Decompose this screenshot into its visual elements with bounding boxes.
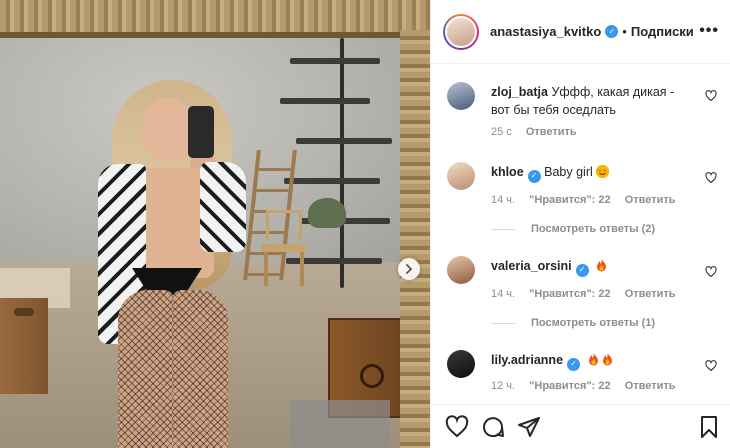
photo-phone xyxy=(188,106,214,158)
comment-avatar[interactable] xyxy=(447,82,475,110)
comment-time: 25 с xyxy=(491,126,512,138)
reply-button[interactable]: Ответить xyxy=(625,380,676,392)
photo-mirror-frame-top xyxy=(0,0,430,38)
photo-chair xyxy=(262,210,306,286)
comment-time: 14 ч. xyxy=(491,194,516,206)
reply-button[interactable]: Ответить xyxy=(625,288,676,300)
photo-plant xyxy=(308,198,346,228)
verified-badge-icon: ✓ xyxy=(575,263,589,277)
header-separator: • xyxy=(622,24,627,39)
comment-body: Baby girl xyxy=(544,165,593,179)
post-actions-bar xyxy=(431,404,730,448)
comment-heart-icon[interactable] xyxy=(705,172,717,184)
comment-meta: 14 ч. "Нравится": 22 Ответить xyxy=(491,194,687,206)
comment-likes-count[interactable]: "Нравится": 22 xyxy=(529,380,610,392)
comment-heart-icon[interactable] xyxy=(705,266,717,278)
chevron-right-icon xyxy=(406,264,413,274)
photo-rug xyxy=(290,400,390,448)
photo-mirror-frame-right xyxy=(400,30,430,448)
photo-person-leg-left xyxy=(118,290,174,448)
comment-username[interactable]: zloj_batja xyxy=(491,85,548,99)
photo-wooden-stool xyxy=(0,298,48,394)
comment-icon[interactable] xyxy=(481,415,505,439)
photo-person-face xyxy=(142,98,194,162)
photo-person-leg-right xyxy=(172,290,228,448)
view-replies-button[interactable]: Посмотреть ответы (1) xyxy=(491,317,655,329)
comment-heart-icon[interactable] xyxy=(705,90,717,102)
comment-text: zloj_batja Уффф, какая дикая - вот бы те… xyxy=(491,83,691,119)
verified-badge-icon: ✓ xyxy=(567,357,581,371)
comment-item: zloj_batja Уффф, какая дикая - вот бы те… xyxy=(447,82,717,152)
reply-button[interactable]: Ответить xyxy=(625,194,676,206)
comment-avatar[interactable] xyxy=(447,162,475,190)
post-header: anastasiya_kvitko ✓ • Подписки ••• xyxy=(431,0,730,64)
fire-emoji-icon xyxy=(587,353,600,366)
post-sidebar: anastasiya_kvitko ✓ • Подписки ••• zloj_… xyxy=(430,0,730,448)
comment-time: 12 ч. xyxy=(491,380,516,392)
comment-likes-count[interactable]: "Нравится": 22 xyxy=(529,194,610,206)
comment-text: valeria_orsini ✓ xyxy=(491,257,691,277)
comment-item: khloe ✓ Baby girl 14 ч. "Нравится": 22 От… xyxy=(447,162,717,242)
ellipsis-icon[interactable]: ••• xyxy=(699,22,719,40)
comment-meta: 12 ч. "Нравится": 22 Ответить xyxy=(491,380,687,392)
reply-button[interactable]: Ответить xyxy=(526,126,577,138)
heart-eyes-emoji-icon xyxy=(595,165,609,178)
comment-likes-count[interactable]: "Нравится": 22 xyxy=(529,288,610,300)
comment-item: lily.adrianne ✓ 12 ч. "Нравится": 22 Отве… xyxy=(447,350,717,404)
fire-emoji-icon xyxy=(601,353,614,366)
comment-avatar[interactable] xyxy=(447,350,475,378)
following-button[interactable]: Подписки xyxy=(631,24,694,39)
author-avatar[interactable] xyxy=(443,13,479,50)
comment-heart-icon[interactable] xyxy=(705,360,717,372)
comment-meta: 14 ч. "Нравится": 22 Ответить xyxy=(491,288,687,300)
verified-badge-icon: ✓ xyxy=(605,25,619,38)
comment-avatar[interactable] xyxy=(447,256,475,284)
author-username[interactable]: anastasiya_kvitko xyxy=(490,24,601,39)
send-icon[interactable] xyxy=(517,415,541,439)
comment-time: 14 ч. xyxy=(491,288,516,300)
heart-icon[interactable] xyxy=(445,415,469,439)
comment-item: valeria_orsini ✓ 14 ч. "Нравится": 22 Отв… xyxy=(447,256,717,336)
comment-text: khloe ✓ Baby girl xyxy=(491,163,691,183)
post-photo[interactable] xyxy=(0,0,430,448)
fire-emoji-icon xyxy=(595,259,608,272)
comment-username[interactable]: lily.adrianne xyxy=(491,353,563,367)
photo-zebra-shirt-right xyxy=(200,162,246,252)
comment-text: lily.adrianne ✓ xyxy=(491,351,691,371)
next-photo-button[interactable] xyxy=(398,258,420,280)
view-replies-button[interactable]: Посмотреть ответы (2) xyxy=(491,223,655,235)
comment-username[interactable]: valeria_orsini xyxy=(491,259,572,273)
comment-meta: 25 с Ответить xyxy=(491,126,588,138)
verified-badge-icon: ✓ xyxy=(527,169,541,183)
comments-list[interactable]: zloj_batja Уффф, какая дикая - вот бы те… xyxy=(431,64,730,404)
bookmark-icon[interactable] xyxy=(697,415,721,439)
comment-username[interactable]: khloe xyxy=(491,165,524,179)
